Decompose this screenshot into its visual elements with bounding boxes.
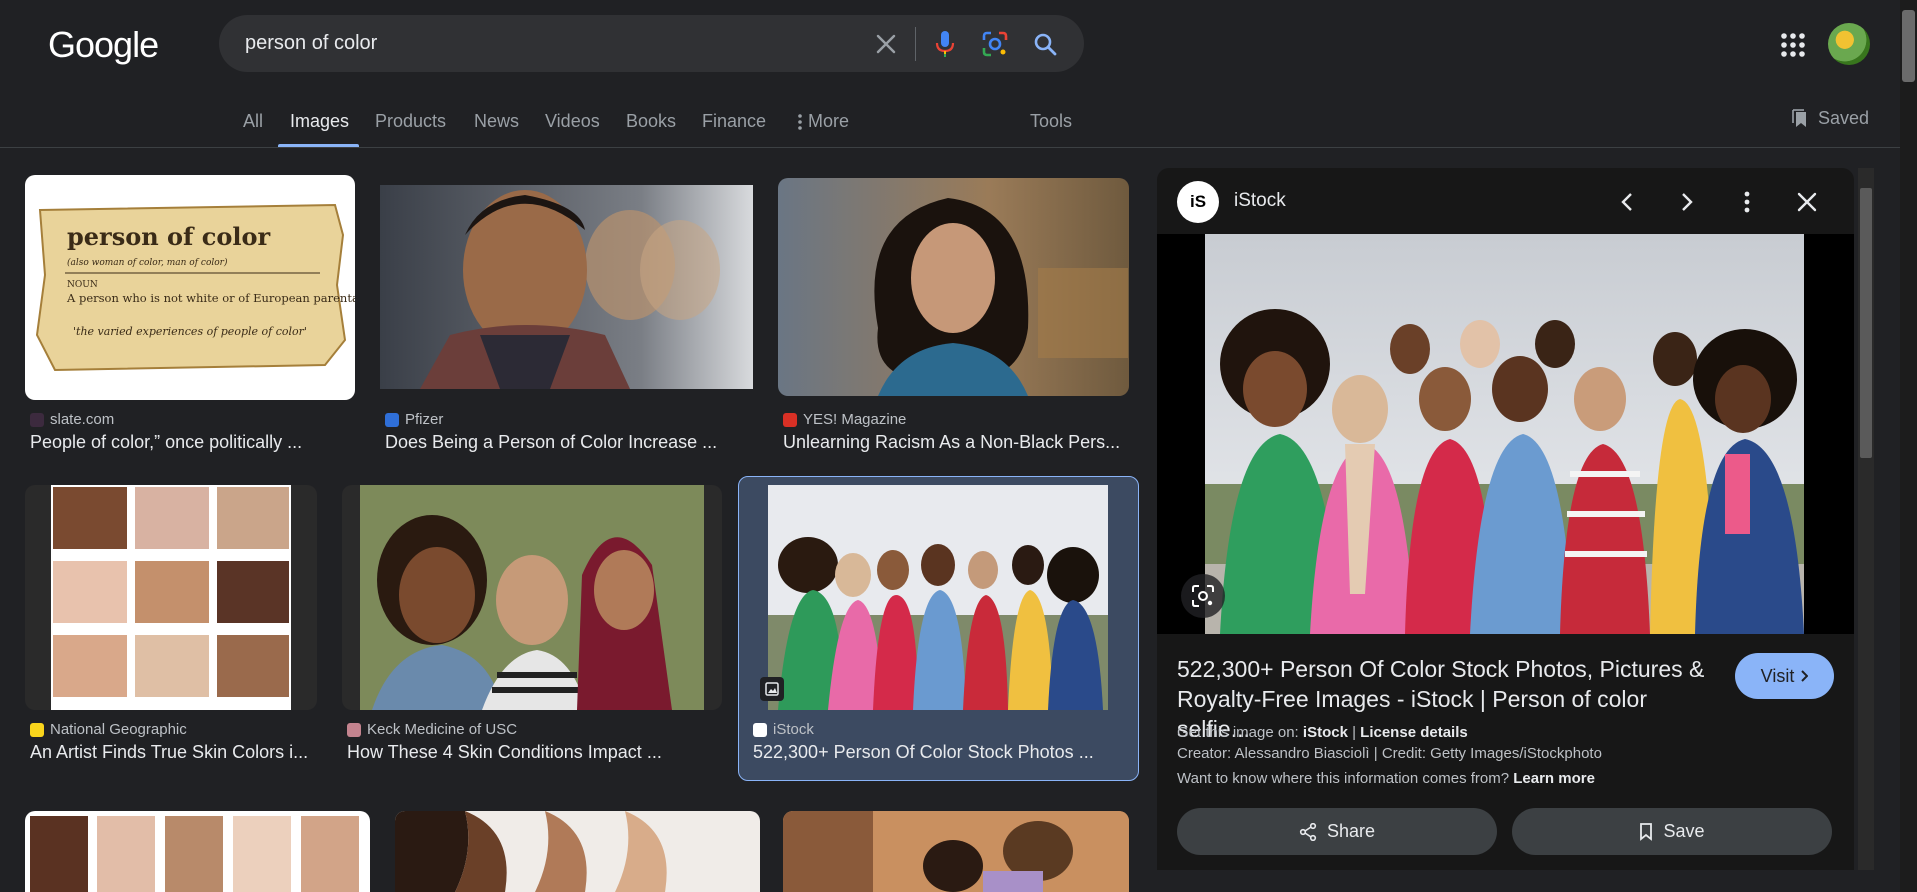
result-thumbnail[interactable] [380, 185, 753, 389]
thumb-pos: NOUN [67, 280, 98, 290]
save-label: Save [1663, 821, 1705, 841]
result-title[interactable]: Does Being a Person of Color Increase ..… [385, 432, 725, 453]
preview-image-area [1157, 234, 1854, 634]
istock-logo[interactable]: iS [1177, 181, 1219, 223]
bookmarks-icon [1792, 108, 1806, 127]
search-input[interactable]: person of color [245, 32, 861, 55]
apps-grid-icon[interactable] [1780, 32, 1806, 58]
result-source: Pfizer [385, 411, 443, 428]
tab-finance[interactable]: Finance [702, 111, 766, 132]
clear-icon[interactable] [861, 15, 911, 72]
result-source: iStock [753, 721, 814, 738]
previous-icon[interactable] [1609, 184, 1645, 220]
visit-label: Visit [1760, 665, 1795, 686]
pfizer-favicon [385, 412, 399, 427]
thumb-headword: person of color [67, 222, 270, 251]
result-title[interactable]: Unlearning Racism As a Non-Black Pers... [783, 432, 1128, 453]
result-thumbnail[interactable] [768, 485, 1108, 710]
thumb-definition: A person who is not white or of European… [66, 291, 355, 305]
search-divider [915, 26, 916, 61]
tab-books[interactable]: Books [626, 111, 676, 132]
result-thumbnail[interactable] [778, 178, 1129, 396]
tools-button[interactable]: Tools [1030, 111, 1072, 132]
yes-favicon [783, 412, 797, 427]
result-thumbnail[interactable]: person of color (also woman of color, ma… [25, 175, 355, 400]
search-box[interactable]: person of color [219, 15, 1084, 72]
page-scrollbar-thumb[interactable] [1902, 10, 1915, 82]
bookmark-icon [1640, 822, 1653, 841]
image-type-icon [760, 677, 784, 701]
info-line: Want to know where this information come… [1177, 770, 1595, 787]
tab-news[interactable]: News [474, 111, 519, 132]
visual-search-icon[interactable] [1181, 574, 1225, 618]
info-prefix: Want to know where this information come… [1177, 770, 1510, 787]
lens-icon[interactable] [970, 15, 1020, 72]
result-source: YES! Magazine [783, 411, 906, 428]
slate-favicon [30, 412, 44, 427]
result-title[interactable]: 522,300+ Person Of Color Stock Photos ..… [753, 742, 1123, 763]
more-vert-icon [798, 113, 802, 130]
result-source-label: YES! Magazine [803, 411, 907, 428]
search-icon[interactable] [1020, 15, 1070, 72]
result-thumbnail-row3-3[interactable] [783, 811, 1129, 892]
result-thumbnail-row3-2[interactable] [395, 811, 760, 892]
result-source-label: National Geographic [50, 721, 187, 738]
close-icon[interactable] [1789, 184, 1825, 220]
panel-scrollbar-thumb[interactable] [1860, 188, 1872, 458]
visit-button[interactable]: Visit [1735, 653, 1834, 699]
saved-button[interactable]: Saved [1792, 108, 1869, 129]
tab-more-label: More [808, 111, 850, 131]
result-source-label: Keck Medicine of USC [367, 721, 518, 738]
panel-header: iS iStock [1157, 168, 1854, 234]
next-icon[interactable] [1669, 184, 1705, 220]
search-tabs: All Images Products News Videos Books Fi… [0, 100, 1900, 148]
share-button[interactable]: Share [1177, 808, 1497, 855]
result-source-label: iStock [773, 721, 814, 738]
chevron-right-icon [1801, 670, 1809, 682]
license-details-link[interactable]: License details [1360, 724, 1468, 741]
result-thumbnail[interactable] [25, 485, 317, 710]
natgeo-favicon [30, 722, 44, 737]
account-avatar[interactable] [1828, 23, 1870, 65]
thumb-subhead: (also woman of color, man of color) [67, 257, 228, 268]
result-source: National Geographic [30, 721, 187, 738]
google-logo[interactable]: Google [48, 24, 159, 66]
active-tab-indicator [278, 144, 359, 147]
tab-more[interactable]: More [798, 111, 849, 132]
result-thumbnail-row3-1[interactable] [25, 811, 370, 892]
tab-images[interactable]: Images [290, 111, 349, 132]
get-image-source-link[interactable]: iStock [1303, 724, 1348, 741]
tab-all[interactable]: All [243, 111, 263, 132]
panel-source-name[interactable]: iStock [1234, 190, 1286, 212]
image-preview-panel: iS iStock 522,300+ Person Of Color Stock… [1157, 168, 1854, 870]
microphone-icon[interactable] [920, 15, 970, 72]
creator-line: Creator: Alessandro Biasciolì | Credit: … [1177, 745, 1602, 762]
istock-favicon [753, 722, 767, 737]
result-title[interactable]: How These 4 Skin Conditions Impact ... [347, 742, 687, 763]
more-options-icon[interactable] [1729, 184, 1765, 220]
keck-favicon [347, 722, 361, 737]
thumb-example: 'the varied experiences of people of col… [73, 325, 307, 338]
result-source-label: slate.com [50, 411, 115, 428]
save-button[interactable]: Save [1512, 808, 1832, 855]
result-source-label: Pfizer [405, 411, 444, 428]
saved-label: Saved [1818, 108, 1870, 128]
learn-more-link[interactable]: Learn more [1513, 770, 1595, 787]
result-source: slate.com [30, 411, 114, 428]
get-image-prefix: Get this image on: [1177, 724, 1299, 741]
result-title[interactable]: An Artist Finds True Skin Colors i... [30, 742, 320, 763]
meta-separator: | [1352, 724, 1356, 741]
result-thumbnail[interactable] [342, 485, 722, 710]
share-label: Share [1326, 821, 1376, 841]
page-scrollbar[interactable] [1900, 0, 1917, 892]
tab-videos[interactable]: Videos [545, 111, 600, 132]
share-icon [1299, 822, 1317, 841]
preview-image[interactable] [1205, 234, 1804, 634]
result-title[interactable]: People of color,” once politically ... [30, 432, 330, 453]
result-source: Keck Medicine of USC [347, 721, 517, 738]
get-image-line: Get this image on: iStock | License deta… [1177, 724, 1468, 741]
tab-products[interactable]: Products [375, 111, 446, 132]
